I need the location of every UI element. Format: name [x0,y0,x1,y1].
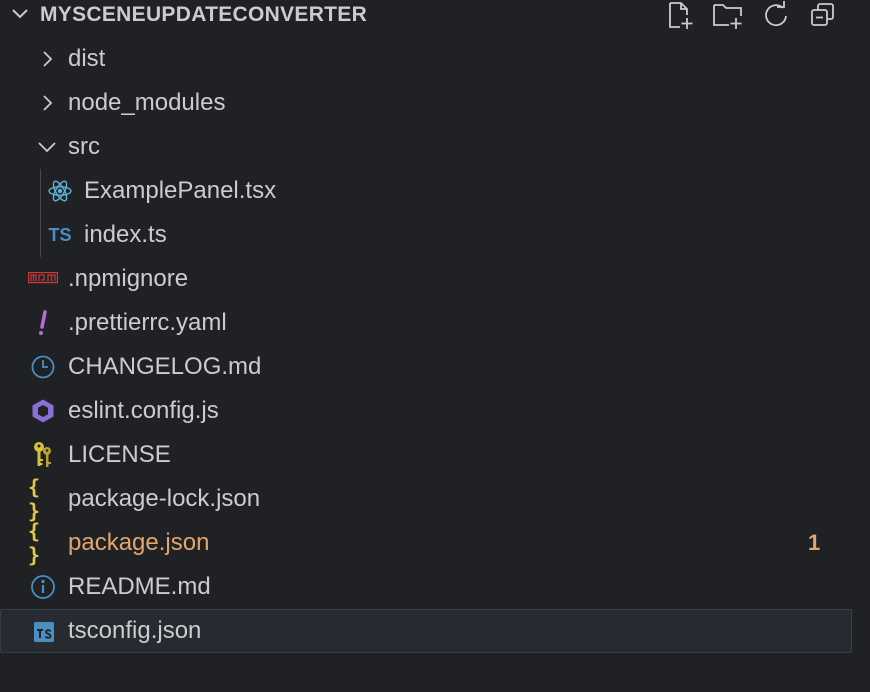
tree-item-src[interactable]: src [0,125,852,169]
npm-icon [28,257,58,301]
chevron-right-icon[interactable] [32,81,62,125]
chevron-right-icon[interactable] [32,37,62,81]
clock-icon [28,345,58,389]
tree-item-license[interactable]: LICENSE [0,433,852,477]
info-icon [28,565,58,609]
tree-item-label: index.ts [84,221,167,248]
tree-item-label: LICENSE [68,441,171,468]
tree-item-examplepanel[interactable]: ExamplePanel.tsx [0,169,852,213]
tree-item-label: .prettierrc.yaml [68,309,227,336]
tree-item-tsconfig[interactable]: tsconfig.json [0,609,852,653]
tree-item-label: tsconfig.json [68,617,202,644]
tree-item-eslint-config[interactable]: eslint.config.js [0,389,852,433]
json-braces-icon: { } [28,475,41,523]
tree-item-readme[interactable]: README.md [0,565,852,609]
tree-item-label: node_modules [68,89,226,116]
tree-item-label: ExamplePanel.tsx [84,177,277,204]
tree-item-label: .npmignore [68,265,189,292]
problem-count-badge: 1 [808,530,821,555]
tree-item-label: README.md [68,573,211,600]
tree-item-label: src [68,133,100,160]
tree-item-label: eslint.config.js [68,397,219,424]
chevron-down-icon[interactable] [32,125,62,169]
tree-item-package-json[interactable]: { } package.json 1 [0,519,852,567]
explorer-header: MYSCENEUPDATECONVERTER [0,0,870,36]
tree-item-index-ts[interactable]: TS index.ts [0,213,852,257]
exclamation-icon [28,301,58,345]
tsconfig-icon [29,610,59,654]
refresh-icon[interactable] [760,0,792,30]
tree-item-node-modules[interactable]: node_modules [0,81,852,125]
indent-guide [40,169,41,257]
tree-item-label: package-lock.json [68,485,261,512]
tree-item-npmignore[interactable]: .npmignore [0,257,852,301]
key-icon [28,433,58,477]
new-file-icon[interactable] [664,0,696,30]
typescript-icon: TS [48,224,72,245]
json-braces-icon: { } [28,519,41,567]
eslint-icon [28,389,58,433]
react-icon [45,169,75,213]
chevron-down-icon[interactable] [8,2,32,26]
tree-item-label: dist [68,45,106,72]
tree-item-dist[interactable]: dist [0,37,852,81]
new-folder-icon[interactable] [712,0,744,30]
section-title[interactable]: MYSCENEUPDATECONVERTER [40,1,367,29]
tree-item-package-lock[interactable]: { } package-lock.json [0,475,852,523]
tree-item-label: CHANGELOG.md [68,353,262,380]
tree-item-changelog[interactable]: CHANGELOG.md [0,345,852,389]
collapse-all-icon[interactable] [808,0,840,30]
tree-item-label: package.json [68,529,210,556]
tree-item-prettierrc[interactable]: .prettierrc.yaml [0,301,852,345]
